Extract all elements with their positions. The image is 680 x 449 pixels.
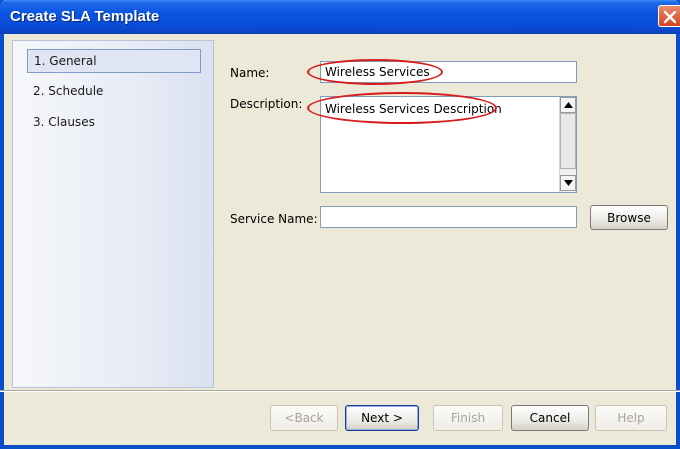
annotation-circle-description bbox=[307, 92, 497, 124]
scroll-up-button[interactable] bbox=[560, 97, 576, 113]
nav-item-general[interactable]: 1. General bbox=[27, 49, 201, 73]
nav-item-label: 3. Clauses bbox=[33, 115, 95, 129]
nav-item-label: 2. Schedule bbox=[33, 84, 104, 98]
service-name-label: Service Name: bbox=[230, 212, 318, 226]
help-label: Help bbox=[617, 411, 645, 425]
browse-label: Browse bbox=[607, 211, 651, 225]
cancel-button[interactable]: Cancel bbox=[511, 405, 589, 431]
footer-separator bbox=[0, 390, 680, 392]
scroll-thumb[interactable] bbox=[560, 113, 576, 169]
finish-button[interactable]: Finish bbox=[433, 405, 503, 431]
back-label: <Back bbox=[284, 411, 324, 425]
annotation-circle-name bbox=[307, 59, 443, 85]
browse-button[interactable]: Browse bbox=[590, 205, 668, 230]
description-label: Description: bbox=[230, 97, 303, 111]
next-button[interactable]: Next > bbox=[345, 405, 419, 431]
cancel-label: Cancel bbox=[529, 411, 571, 425]
description-scrollbar[interactable] bbox=[559, 97, 576, 192]
name-label: Name: bbox=[230, 66, 270, 80]
arrow-up-icon bbox=[564, 102, 573, 108]
dialog-window: Create SLA Template 1. General 2. Schedu… bbox=[0, 0, 680, 449]
help-button[interactable]: Help bbox=[595, 405, 667, 431]
back-button[interactable]: <Back bbox=[270, 405, 338, 431]
title-bar[interactable]: Create SLA Template bbox=[0, 0, 680, 34]
nav-item-label: 1. General bbox=[34, 54, 97, 68]
close-button[interactable] bbox=[658, 5, 680, 27]
arrow-down-icon bbox=[564, 180, 573, 186]
close-icon bbox=[663, 10, 677, 24]
nav-item-clauses[interactable]: 3. Clauses bbox=[27, 111, 201, 135]
wizard-steps-panel: 1. General 2. Schedule 3. Clauses bbox=[12, 40, 214, 388]
next-label: Next > bbox=[361, 411, 403, 425]
service-name-field[interactable] bbox=[320, 206, 577, 228]
finish-label: Finish bbox=[450, 411, 486, 425]
scroll-down-button[interactable] bbox=[560, 175, 576, 191]
window-title: Create SLA Template bbox=[10, 8, 160, 25]
nav-item-schedule[interactable]: 2. Schedule bbox=[27, 80, 201, 104]
